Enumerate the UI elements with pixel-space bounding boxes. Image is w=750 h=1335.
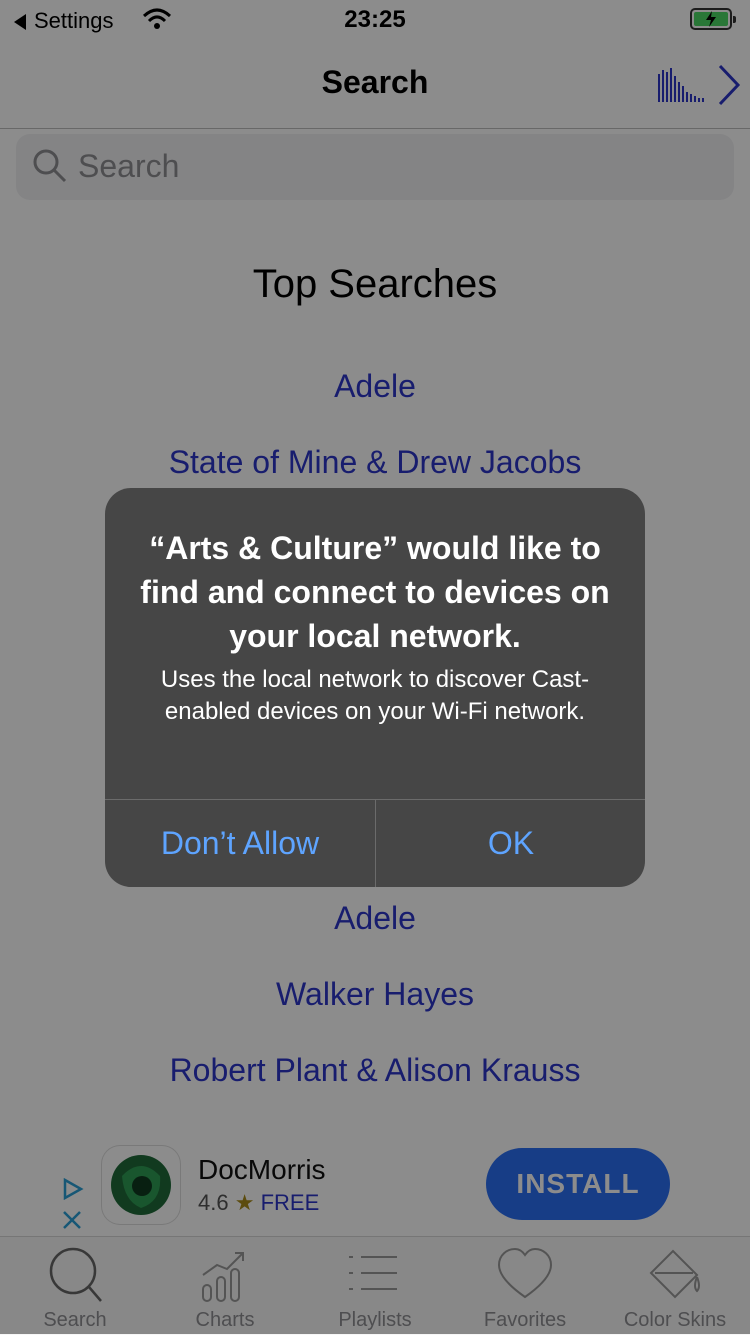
alert-title: “Arts & Culture” would like to find and … xyxy=(140,530,610,654)
ok-button[interactable]: OK xyxy=(376,800,645,887)
local-network-permission-alert: “Arts & Culture” would like to find and … xyxy=(105,488,645,887)
dont-allow-button[interactable]: Don’t Allow xyxy=(105,800,375,887)
alert-message: Uses the local network to discover Cast-… xyxy=(160,666,590,725)
